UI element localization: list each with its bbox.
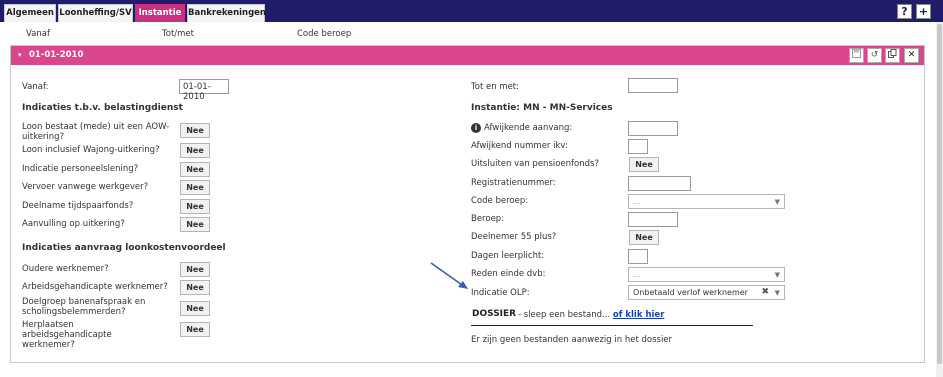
annotation-arrow — [430, 262, 468, 289]
scrollbar-thumb[interactable] — [937, 24, 942, 364]
